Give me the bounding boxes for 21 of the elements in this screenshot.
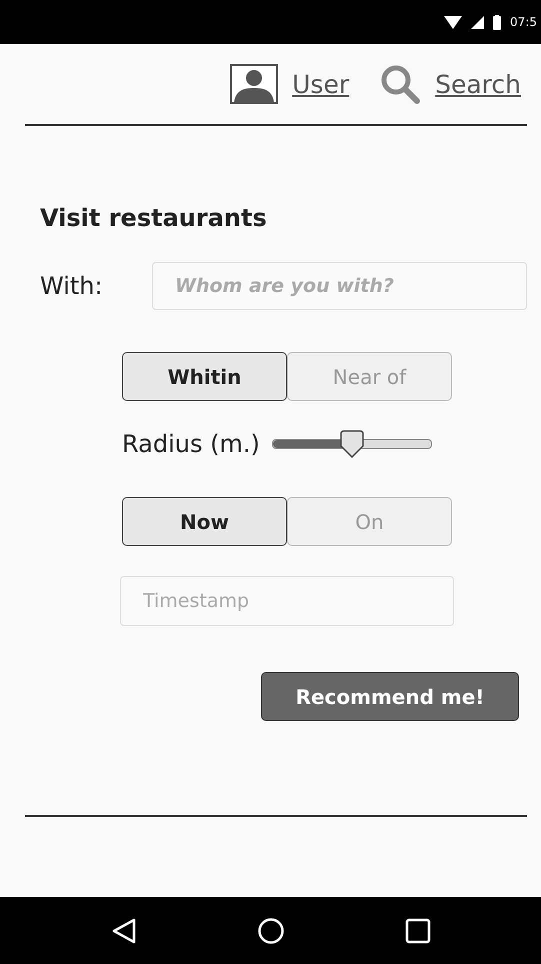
radius-slider[interactable] — [272, 429, 432, 459]
battery-icon — [493, 14, 502, 30]
home-icon[interactable] — [256, 916, 284, 944]
section-title: Visit restaurants — [40, 204, 268, 232]
segment-button[interactable]: Now — [122, 497, 287, 546]
header-link[interactable]: User — [292, 70, 350, 98]
signal-icon — [471, 16, 484, 28]
slider-thumb[interactable] — [340, 430, 364, 458]
with-label: With: — [40, 272, 104, 300]
overview-icon[interactable] — [404, 916, 432, 944]
back-icon[interactable] — [110, 916, 138, 944]
input-field[interactable]: Whom are you with? — [152, 262, 527, 310]
segment-button[interactable]: Whitin — [122, 352, 287, 401]
user-icon[interactable] — [230, 64, 278, 104]
recommend-button[interactable]: Recommend me! — [261, 672, 519, 721]
timestamp-field[interactable]: Timestamp — [120, 576, 454, 626]
search-icon[interactable] — [379, 63, 422, 105]
status-time: 07:5 — [510, 15, 537, 29]
header-link[interactable]: Search — [435, 70, 521, 98]
radius-label: Radius (m.) — [122, 430, 260, 458]
wifi-icon — [444, 16, 462, 28]
